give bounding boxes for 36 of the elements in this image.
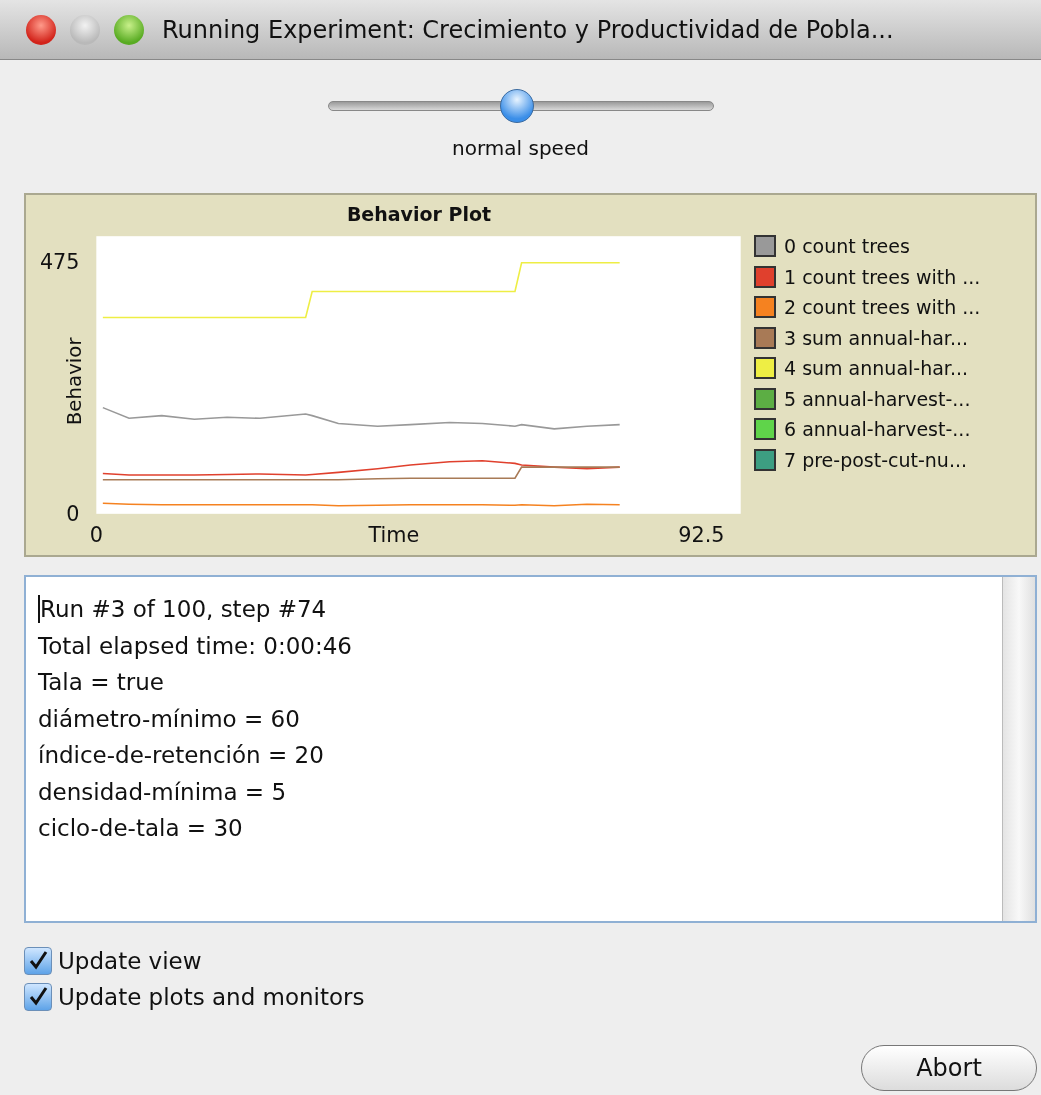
zoom-button[interactable] <box>114 14 144 45</box>
x-tick-label: 92.5 <box>678 523 725 548</box>
text-cursor <box>38 595 40 624</box>
output-line: ciclo-de-tala = 30 <box>38 814 243 843</box>
legend-label: 7 pre-post-cut-nu... <box>784 448 967 471</box>
y-axis-label: Behavior <box>63 337 87 425</box>
y-tick-label: 0 <box>66 501 80 526</box>
output-text-area[interactable]: Run #3 of 100, step #74 Total elapsed time: 0:00:46 Tala = true diámetro-mínimo = 60 índice-de-retención = 20 densidad-mínima = 5 ciclo-de-tala = 30 <box>24 575 1037 923</box>
output-line: Tala = true <box>38 668 164 697</box>
output-line: índice-de-retención = 20 <box>38 741 324 770</box>
x-tick-label: 0 <box>89 523 103 548</box>
plot-title: Behavior Plot <box>345 203 493 227</box>
checkbox[interactable] <box>24 947 52 975</box>
legend-label: 5 annual-harvest-... <box>784 387 971 410</box>
scrollbar[interactable] <box>1002 577 1035 921</box>
y-tick-label: 475 <box>39 249 80 274</box>
abort-button[interactable]: Abort <box>861 1045 1037 1091</box>
x-axis-label: Time <box>368 523 420 548</box>
speed-label: normal speed <box>452 136 589 160</box>
legend-label: 3 sum annual-har... <box>784 326 969 349</box>
output-line: densidad-mínima = 5 <box>38 777 287 807</box>
legend-label: 2 count trees with ... <box>784 296 981 318</box>
checkbox-label: Update view <box>58 948 202 974</box>
checkbox-label: Update plots and monitors <box>58 984 365 1010</box>
legend-label: 6 annual-harvest-... <box>784 418 971 440</box>
legend-label: 4 sum annual-har... <box>784 357 969 379</box>
output-line: Total elapsed time: 0:00:46 <box>38 631 352 661</box>
speed-slider[interactable] <box>327 88 714 124</box>
close-button[interactable] <box>26 14 56 45</box>
window-title: Running Experiment: Crecimiento y Productividad de Pobla... <box>162 15 894 44</box>
checkbox[interactable] <box>24 983 52 1011</box>
legend-label: 0 count trees <box>784 235 910 257</box>
legend-label: 1 count trees with ... <box>784 265 981 288</box>
output-line: diámetro-mínimo = 60 <box>38 704 300 734</box>
slider-thumb[interactable] <box>499 89 534 123</box>
output-line: Run #3 of 100, step #74 <box>40 595 327 624</box>
